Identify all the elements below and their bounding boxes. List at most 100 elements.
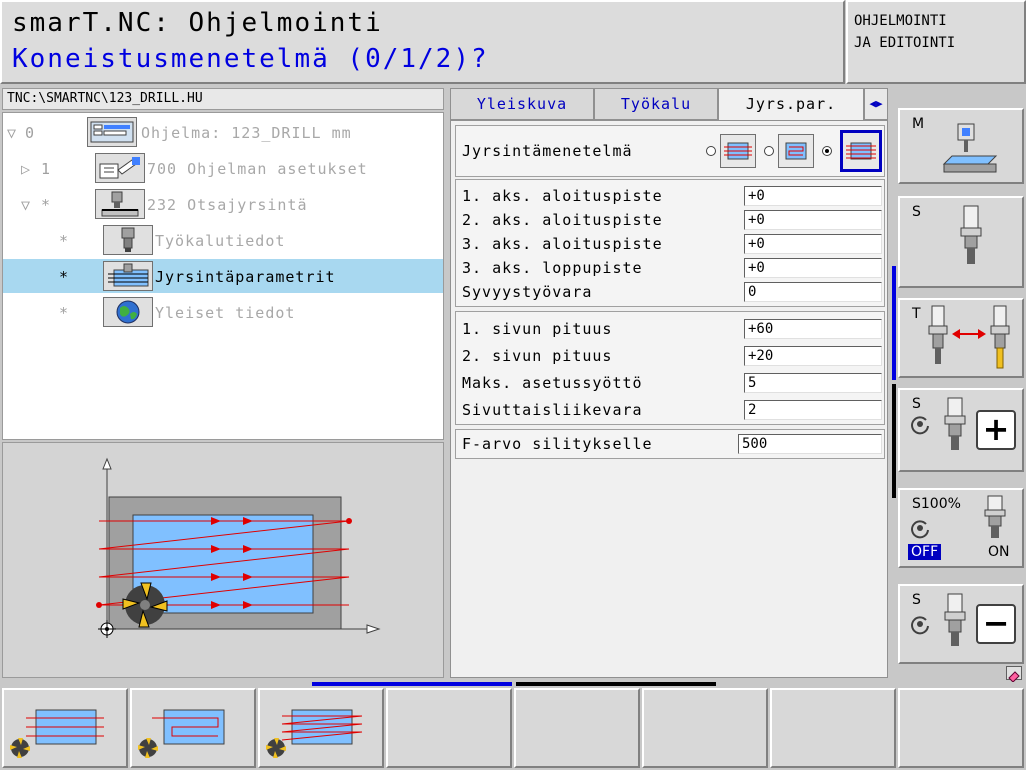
tree-item-face-milling[interactable]: ▽ * 232 Otsajyrsintä [3, 187, 443, 221]
method-0-icon[interactable] [720, 134, 756, 168]
program-settings-icon [95, 153, 145, 183]
plus-icon: + [976, 410, 1016, 450]
face-milling-diagram [96, 457, 381, 638]
depth-allowance-input[interactable] [744, 282, 882, 302]
softkey-empty[interactable] [770, 688, 896, 768]
parameter-form: Jyrsintämenetelmä 1. aks. aloituspiste 2… [450, 120, 888, 678]
field-label: 2. sivun pituus [462, 347, 613, 365]
collapse-icon[interactable]: ▽ [21, 196, 30, 214]
tree-item-label: Jyrsintäparametrit [155, 268, 336, 286]
axis3-start-input[interactable] [744, 234, 882, 254]
rotation-icon [911, 520, 929, 539]
softkey-label: S100% [912, 496, 961, 512]
collapse-icon[interactable]: ▽ [7, 124, 16, 142]
softkey-m-function[interactable]: M [898, 108, 1024, 184]
tree-item-label: Ohjelma: 123_DRILL mm [141, 124, 352, 142]
field-label: 3. aks. loppupiste [462, 259, 643, 277]
milling-params-icon [103, 261, 153, 291]
method-radio-1[interactable] [764, 146, 774, 156]
tab-milling-params[interactable]: Jyrs.par. [718, 88, 864, 120]
rotation-icon [911, 416, 929, 435]
tool-change-icon [928, 305, 1010, 369]
softkey-label: S [912, 204, 921, 220]
tree-item-index: * [59, 304, 69, 322]
softkey-scroll-indicator [892, 266, 896, 380]
softkey-method-1[interactable] [130, 688, 256, 768]
method-2-icon [266, 709, 363, 758]
finishing-section: F-arvo silitykselle [455, 429, 885, 459]
tool-data-icon [103, 225, 153, 255]
field-label: 1. aks. aloituspiste [462, 187, 663, 205]
method-1-icon [138, 709, 225, 758]
axis2-start-input[interactable] [744, 210, 882, 230]
softkey-method-2[interactable] [258, 688, 384, 768]
eraser-icon[interactable] [1006, 666, 1022, 683]
mode-line-1: OHJELMOINTI [854, 13, 947, 29]
field-label: F-arvo silitykselle [462, 435, 653, 453]
softkey-label: M [912, 116, 925, 132]
expand-icon[interactable]: ▷ [21, 160, 30, 178]
file-path: TNC:\SMARTNC\123_DRILL.HU [2, 88, 444, 110]
tree-item-index: 1 [41, 160, 51, 178]
field-label: Sivuttaisliikevara [462, 401, 643, 419]
tree-item-index: * [59, 268, 69, 286]
mode-line-2: JA EDITOINTI [854, 35, 956, 51]
softkey-method-0[interactable] [2, 688, 128, 768]
side-clearance-input[interactable] [744, 400, 882, 420]
override-on-toggle[interactable]: ON [988, 544, 1010, 560]
tree-item-program[interactable]: ▽ 0 Ohjelma: 123_DRILL mm [3, 115, 443, 149]
field-label: Maks. asetussyöttö [462, 374, 643, 392]
program-tree: ▽ 0 Ohjelma: 123_DRILL mm ▷ 1 700 Ohjelm… [2, 112, 444, 440]
side2-length-input[interactable] [744, 346, 882, 366]
face-milling-icon [95, 189, 145, 219]
override-off-toggle[interactable]: OFF [908, 544, 942, 560]
machine-table-icon [942, 123, 998, 173]
max-plunge-input[interactable] [744, 373, 882, 393]
softkey-empty[interactable] [898, 688, 1024, 768]
screen-title: smarT.NC: Ohjelmointi [12, 8, 383, 38]
softkey-spindle[interactable]: S [898, 196, 1024, 288]
program-icon [87, 117, 137, 147]
tab-bar: Yleiskuva Työkalu Jyrs.par. ◀▶ [450, 88, 890, 120]
tree-item-global-data[interactable]: * Yleiset tiedot [3, 295, 443, 329]
axis3-end-input[interactable] [744, 258, 882, 278]
softkey-empty[interactable] [514, 688, 640, 768]
softkey-empty[interactable] [386, 688, 512, 768]
tree-item-index: * [41, 196, 51, 214]
tree-item-program-settings[interactable]: ▷ 1 700 Ohjelman asetukset [3, 151, 443, 185]
method-section: Jyrsintämenetelmä [455, 125, 885, 177]
tab-overview[interactable]: Yleiskuva [450, 88, 594, 120]
tree-item-label: 232 Otsajyrsintä [147, 196, 308, 214]
start-points-section: 1. aks. aloituspiste 2. aks. aloituspist… [455, 179, 885, 307]
softkey-empty[interactable] [642, 688, 768, 768]
softkey-spindle-speed-up[interactable]: S + [898, 388, 1024, 472]
tree-item-label: Työkalutiedot [155, 232, 286, 250]
rotation-icon [911, 616, 929, 635]
tree-item-index: * [59, 232, 69, 250]
method-0-icon [10, 709, 104, 758]
spindle-icon [960, 205, 982, 264]
tab-tool[interactable]: Työkalu [594, 88, 718, 120]
softkey-spindle-speed-down[interactable]: S − [898, 584, 1024, 664]
tab-scroll-arrows-icon[interactable]: ◀▶ [864, 88, 888, 120]
softkey-spindle-override[interactable]: S100% OFF ON [898, 488, 1024, 568]
softkey-label: T [912, 306, 921, 322]
softkey-row-indicator [516, 682, 716, 686]
method-1-icon[interactable] [778, 134, 814, 168]
side1-length-input[interactable] [744, 319, 882, 339]
axis1-start-input[interactable] [744, 186, 882, 206]
softkey-label: S [912, 592, 921, 608]
tree-item-tool-data[interactable]: * Työkalutiedot [3, 223, 443, 257]
method-radio-2[interactable] [822, 146, 832, 156]
finishing-feed-input[interactable] [738, 434, 882, 454]
softkey-scroll-indicator [892, 384, 896, 498]
field-label: Syvyystyövara [462, 283, 593, 301]
operating-mode-indicator: OHJELMOINTI JA EDITOINTI [846, 0, 1026, 84]
tree-item-milling-params[interactable]: * Jyrsintäparametrit [3, 259, 443, 293]
field-label: 2. aks. aloituspiste [462, 211, 663, 229]
tree-item-index: 0 [25, 124, 35, 142]
method-2-icon[interactable] [840, 130, 882, 172]
softkey-tool-change[interactable]: T [898, 298, 1024, 378]
spindle-icon [984, 495, 1006, 538]
method-radio-0[interactable] [706, 146, 716, 156]
